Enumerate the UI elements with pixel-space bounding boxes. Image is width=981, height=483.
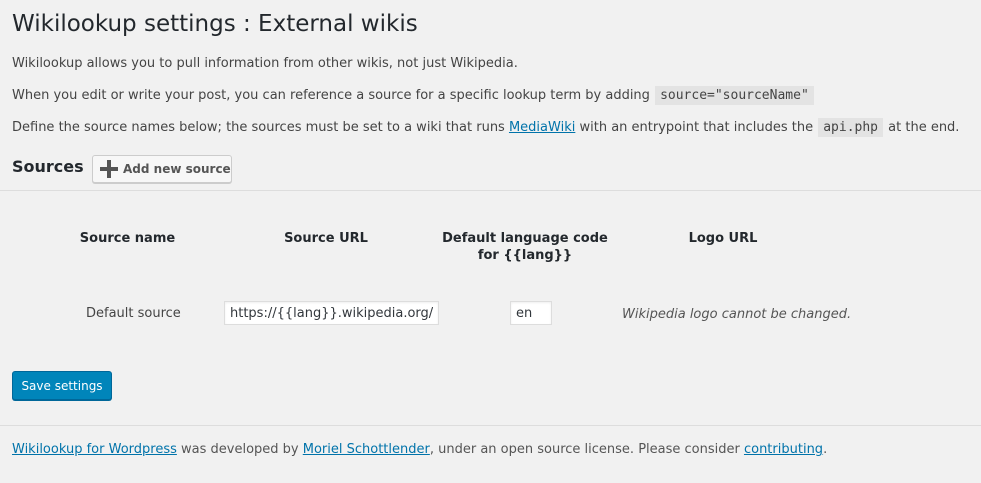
intro-text-2: When you edit or write your post, you ca…: [12, 88, 650, 103]
source-url-input[interactable]: [224, 301, 439, 325]
source-name-cell: Default source: [86, 306, 181, 321]
page-title: Wikilookup settings : External wikis: [12, 11, 418, 37]
contributing-link[interactable]: contributing: [744, 442, 823, 457]
column-header-language-code: Default language code for {{lang}}: [440, 230, 610, 264]
column-header-language-code-line2: for {{lang}}: [477, 248, 573, 263]
author-link[interactable]: Moriel Schottlender: [303, 442, 430, 457]
intro-paragraph-1: Wikilookup allows you to pull informatio…: [12, 55, 518, 73]
add-new-source-label: Add new source: [123, 162, 231, 176]
section-divider: [0, 190, 981, 191]
api-php-code: api.php: [818, 118, 884, 137]
source-attribute-code: source="sourceName": [655, 86, 814, 105]
sources-heading: Sources: [12, 157, 84, 176]
intro-text-3c: at the end.: [888, 120, 960, 135]
intro-text-3a: Define the source names below; the sourc…: [12, 120, 505, 135]
column-header-language-code-line1: Default language code: [442, 231, 608, 246]
column-header-source-url: Source URL: [284, 231, 368, 246]
wikilookup-wordpress-link[interactable]: Wikilookup for Wordpress: [12, 442, 177, 457]
column-header-logo-url: Logo URL: [688, 231, 758, 246]
intro-paragraph-3: Define the source names below; the sourc…: [12, 118, 960, 137]
footer-divider: [0, 425, 981, 426]
intro-text-3b: with an entrypoint that includes the: [579, 120, 814, 135]
intro-text-1: Wikilookup allows you to pull informatio…: [12, 56, 518, 71]
plus-icon: [100, 160, 118, 178]
language-code-input[interactable]: [510, 301, 552, 325]
footer-text-1: was developed by: [181, 442, 299, 457]
footer-text: Wikilookup for Wordpress was developed b…: [12, 441, 827, 458]
footer-text-2: , under an open source license. Please c…: [429, 442, 740, 457]
footer-text-3: .: [823, 442, 828, 457]
add-new-source-button[interactable]: Add new source: [92, 155, 232, 183]
column-header-source-name: Source name: [79, 231, 176, 246]
save-settings-button[interactable]: Save settings: [12, 371, 112, 400]
settings-page: Wikilookup settings : External wikis Wik…: [0, 0, 981, 483]
intro-paragraph-2: When you edit or write your post, you ca…: [12, 86, 815, 105]
logo-note: Wikipedia logo cannot be changed.: [622, 307, 852, 322]
mediawiki-link[interactable]: MediaWiki: [509, 120, 575, 135]
